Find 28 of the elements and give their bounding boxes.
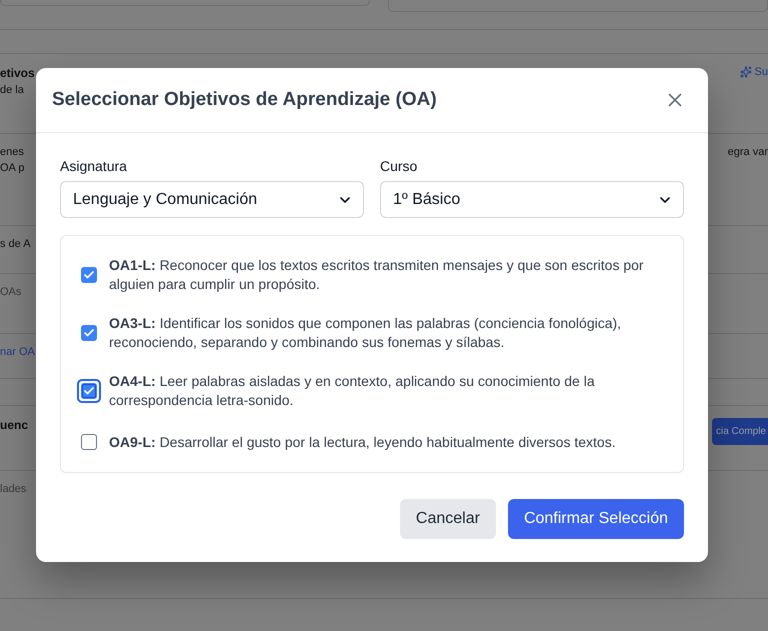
confirm-button[interactable]: Confirmar Selección [508, 499, 684, 539]
check-icon [83, 385, 95, 397]
cancel-button[interactable]: Cancelar [400, 499, 496, 539]
background-text: enes [0, 146, 24, 158]
background-text: s de A [0, 238, 31, 250]
objective-text: OA4-L: Leer palabras aisladas y en contexto, aplicando su conocimiento de la correspondencia letra-sonido. [109, 372, 596, 410]
dialog-title: Seleccionar Objetivos de Aprendizaje (OA) [52, 89, 437, 111]
background-button[interactable]: cia Comple [712, 418, 768, 445]
checkbox[interactable] [77, 379, 101, 403]
background-text: lades [0, 483, 26, 495]
background-text: de la [0, 84, 24, 96]
objective-text: OA9-L: Desarrollar el gusto por la lectura, leyendo habitualmente diversos textos. [109, 432, 616, 452]
background-text: egra var [728, 146, 768, 158]
background-text: uenc [0, 418, 28, 432]
check-icon [83, 327, 95, 339]
sparkle-icon [740, 66, 752, 78]
dropdown-select[interactable]: 1º Básico [380, 181, 684, 218]
field-label: Asignatura [60, 157, 128, 175]
check-icon [83, 269, 95, 281]
dropdown-select[interactable]: Lenguaje y Comunicación [60, 181, 364, 218]
background-link[interactable]: Su [740, 66, 768, 78]
objective-text: OA1-L: Reconocer que los textos escritos transmiten mensajes y que son escritos por alguien para cumplir un propósito. [109, 256, 645, 294]
background-text: OA p [0, 162, 24, 174]
objective-text: OA3-L: Identificar los sonidos que componen las palabras (conciencia fonológica), reconociendo, separando y combinando sus fonemas y sílabas. [109, 314, 622, 352]
background-link[interactable]: nar OA [0, 346, 35, 358]
background-text: etivos [0, 66, 35, 80]
background-text: OAs [0, 286, 22, 298]
field-label: Curso [380, 157, 418, 175]
